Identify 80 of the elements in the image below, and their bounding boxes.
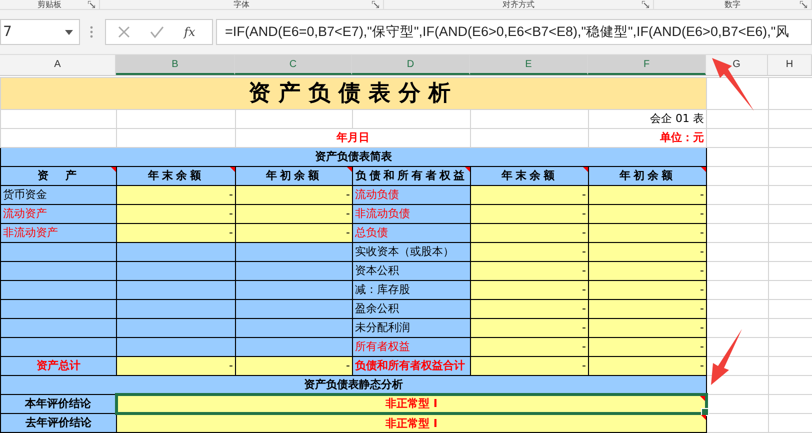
row-label: 本年评价结论 — [0, 394, 116, 414]
column-heading: 年初余额 — [236, 166, 352, 186]
total-label: 资产总计 — [0, 356, 116, 376]
row-label: 未分配利润 — [352, 318, 470, 338]
table-cell: - — [588, 204, 707, 224]
table-cell: - — [470, 280, 588, 300]
table-cell: - — [236, 356, 352, 376]
row-label: 去年评价结论 — [0, 414, 116, 432]
table-cell: - — [588, 338, 707, 356]
dialog-launcher-icon[interactable] — [88, 1, 95, 8]
ribbon-group-label: 数字 — [724, 0, 740, 9]
table-cell: - — [236, 224, 352, 242]
row-label: 货币资金 — [0, 186, 116, 204]
table-cell: - — [470, 338, 588, 356]
table-cell: - — [588, 356, 707, 376]
table-cell: - — [470, 186, 588, 204]
column-header[interactable]: H — [768, 55, 812, 75]
table-cell: - — [470, 224, 588, 242]
row-label: 总负债 — [352, 224, 470, 242]
row-label: 流动资产 — [0, 204, 116, 224]
table-cell: - — [588, 186, 707, 204]
dialog-launcher-icon[interactable] — [372, 1, 380, 8]
row-label: 实收资本（或股本） — [352, 242, 470, 262]
table-cell: - — [470, 242, 588, 262]
dropdown-caret-icon[interactable] — [65, 30, 73, 34]
table-cell: - — [116, 356, 236, 376]
section-title: 资产负债表静态分析 — [0, 376, 707, 394]
row-label: 所有者权益 — [352, 338, 470, 356]
table-title: 资产负债表简表 — [0, 148, 707, 166]
table-cell: - — [588, 242, 707, 262]
ribbon-group-label: 对齐方式 — [502, 0, 534, 9]
table-cell: - — [236, 186, 352, 204]
column-heading: 年初余额 — [588, 166, 707, 186]
table-cell: - — [470, 318, 588, 338]
fill-handle[interactable] — [701, 408, 710, 416]
unit-label: 单位：元 — [660, 131, 704, 144]
table-cell: - — [588, 262, 707, 280]
insert-function-button[interactable]: fx — [184, 25, 196, 39]
table-cell: - — [236, 204, 352, 224]
column-heading: 负债和所有者权益 — [352, 166, 470, 186]
row-label: 非流动资产 — [0, 224, 116, 242]
dialog-launcher-icon[interactable] — [642, 1, 649, 8]
table-cell: - — [116, 204, 236, 224]
column-header[interactable]: B — [116, 55, 235, 75]
column-header[interactable]: D — [352, 55, 470, 75]
table-cell: - — [116, 224, 236, 242]
row-label: 减：库存股 — [352, 280, 470, 300]
row-label: 非流动负债 — [352, 204, 470, 224]
check-icon[interactable] — [150, 26, 164, 38]
column-heading: 资 产 — [0, 166, 116, 186]
annotation-arrow — [710, 56, 756, 112]
annotation-arrow — [709, 328, 743, 386]
form-number: 会企 01 表 — [650, 112, 704, 125]
dialog-launcher-icon[interactable] — [800, 1, 807, 8]
table-cell: - — [470, 300, 588, 318]
table-cell: - — [588, 280, 707, 300]
row-label: 流动负债 — [352, 186, 470, 204]
conclusion-cell[interactable]: 非正常型 I — [116, 394, 707, 414]
table-cell: - — [588, 318, 707, 338]
column-heading: 年末余额 — [470, 166, 588, 186]
table-cell: - — [116, 186, 236, 204]
table-cell: - — [588, 300, 707, 318]
date-label: 年月日 — [336, 131, 370, 144]
column-header[interactable]: E — [470, 55, 588, 75]
column-header[interactable]: F — [588, 55, 706, 75]
name-box[interactable]: 7 — [0, 19, 80, 45]
table-cell: - — [470, 262, 588, 280]
column-heading: 年末余额 — [116, 166, 236, 186]
ribbon-group-label: 剪贴板 — [37, 0, 62, 9]
formula-field[interactable]: =IF(AND(E6=0,B7<E7),"保守型",IF(AND(E6>0,E6<B7<E8),"稳健型",IF(AND(E6>0,B7<E6),"风 — [216, 19, 812, 45]
more-options-icon[interactable] — [90, 26, 93, 38]
total-label: 负债和所有者权益合计 — [352, 356, 470, 376]
table-cell: - — [588, 224, 707, 242]
table-cell: - — [470, 356, 588, 376]
sheet-title: 资产负债表分析 — [0, 78, 707, 110]
column-header[interactable]: C — [235, 55, 352, 75]
row-label: 资本公积 — [352, 262, 470, 280]
row-label: 盈余公积 — [352, 300, 470, 318]
ribbon-group-label: 字体 — [233, 0, 250, 9]
table-cell: - — [470, 204, 588, 224]
